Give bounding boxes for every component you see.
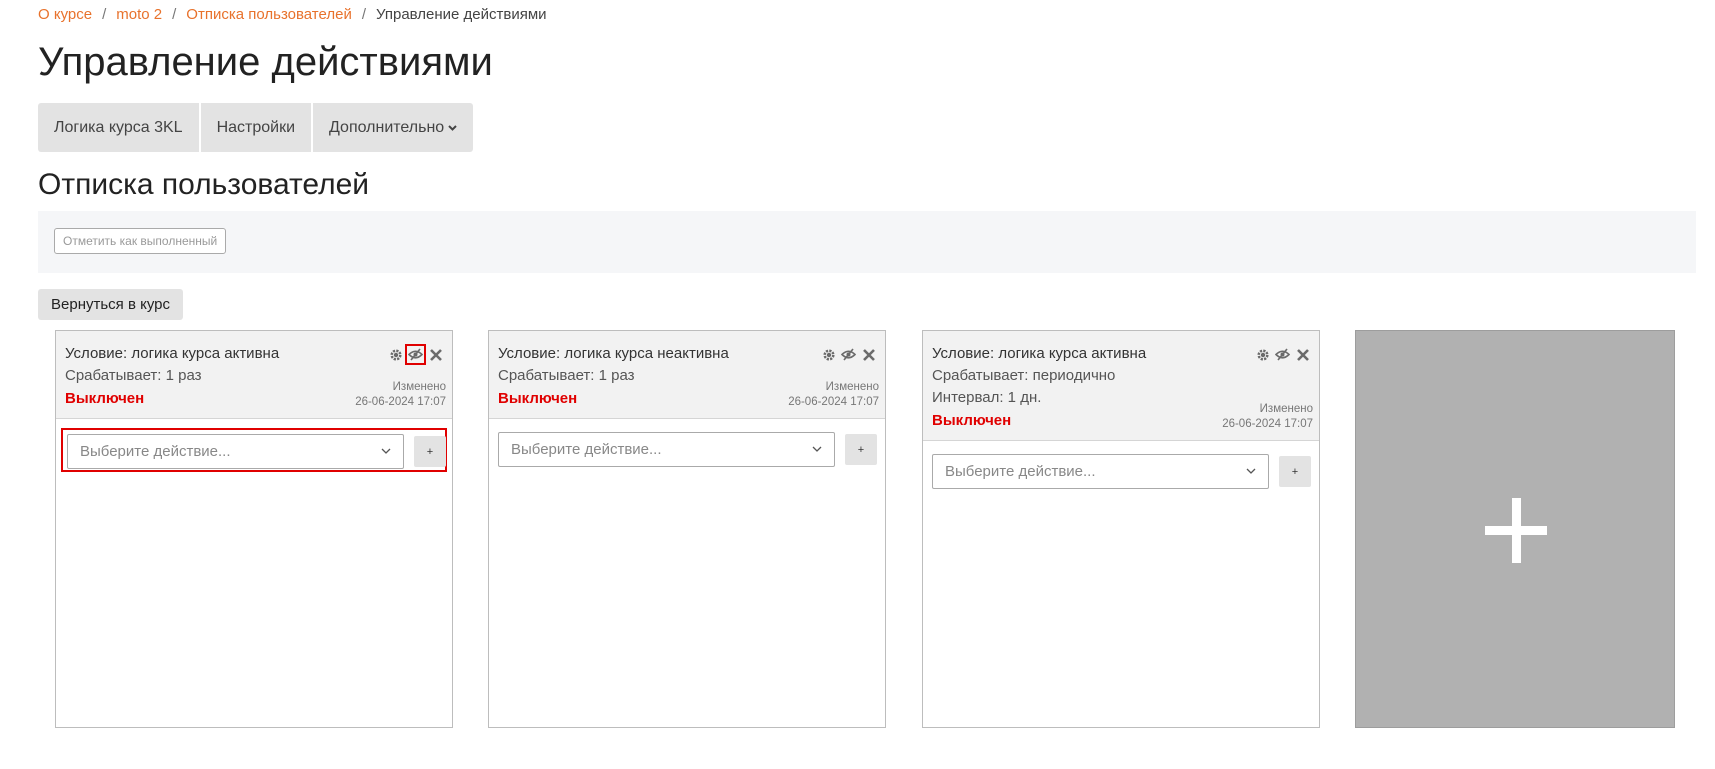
add-action-button[interactable]: + [414,436,446,467]
add-action-button[interactable]: + [845,434,877,465]
chevron-down-icon [381,444,391,458]
page-title: Управление действиями [38,40,493,84]
gear-icon[interactable] [1254,346,1271,363]
action-select[interactable]: Выберите действие... [498,432,835,467]
card-icons [1254,346,1311,363]
tab-label: Логика курса 3KL [54,118,183,136]
changed-label: Изменено [825,381,879,393]
tab-label: Настройки [216,118,296,136]
close-icon[interactable] [860,346,877,363]
breadcrumb: О курсе / moto 2 / Отписка пользователей… [38,6,547,23]
card-trigger: Срабатывает: периодично [932,367,1116,384]
tab-settings[interactable]: Настройки [201,103,314,152]
completion-bar: Отметить как выполненный [38,211,1696,273]
changed-label: Изменено [392,381,446,393]
card-changed: Изменено 26-06-2024 17:07 [355,380,446,410]
changed-date: 26-06-2024 17:07 [355,396,446,408]
breadcrumb-separator: / [172,6,177,23]
eye-slash-icon[interactable] [840,346,857,363]
card-icons [387,344,444,365]
back-to-course-button[interactable]: Вернуться в курс [38,289,183,320]
tab-course-logic[interactable]: Логика курса 3KL [38,103,201,152]
gear-icon[interactable] [820,346,837,363]
breadcrumb-link-moto[interactable]: moto 2 [116,6,162,23]
card-icons [820,346,877,363]
action-row: Выберите действие... + [928,450,1314,494]
card-header: Условие: логика курса активна Срабатывае… [923,331,1319,441]
add-action-button[interactable]: + [1279,456,1311,487]
section-title: Отписка пользователей [38,168,370,201]
changed-label: Изменено [1259,403,1313,415]
card-header: Условие: логика курса неактивна Срабатыв… [489,331,885,419]
action-select[interactable]: Выберите действие... [932,454,1269,489]
card-changed: Изменено 26-06-2024 17:07 [1222,402,1313,432]
tab-bar: Логика курса 3KL Настройки Дополнительно [38,103,474,152]
select-placeholder: Выберите действие... [511,441,662,458]
breadcrumb-link-unsubscribe[interactable]: Отписка пользователей [186,6,352,23]
action-card: Условие: логика курса активна Срабатывае… [922,330,1320,728]
eye-slash-icon[interactable] [405,344,426,365]
card-header: Условие: логика курса активна Срабатывае… [56,331,452,419]
mark-complete-button[interactable]: Отметить как выполненный [54,228,227,254]
chevron-down-icon [812,442,822,456]
action-card: Условие: логика курса активна Срабатывае… [55,330,453,728]
tab-label: Дополнительно [329,118,445,136]
changed-date: 26-06-2024 17:07 [788,396,879,408]
gear-icon[interactable] [387,346,404,363]
card-changed: Изменено 26-06-2024 17:07 [788,380,879,410]
breadcrumb-link-course[interactable]: О курсе [38,6,92,23]
action-select[interactable]: Выберите действие... [67,434,404,469]
action-row: Выберите действие... + [494,428,880,472]
breadcrumb-separator: / [102,6,107,23]
add-condition-card[interactable] [1355,330,1675,728]
breadcrumb-current: Управление действиями [376,6,547,23]
close-icon[interactable] [427,346,444,363]
close-icon[interactable] [1294,346,1311,363]
chevron-down-icon [1246,464,1256,478]
breadcrumb-separator: / [361,6,366,23]
eye-slash-icon[interactable] [1274,346,1291,363]
action-row: Выберите действие... + [61,428,447,472]
select-placeholder: Выберите действие... [80,443,231,460]
tab-more[interactable]: Дополнительно [313,103,473,152]
chevron-down-icon [448,122,457,134]
changed-date: 26-06-2024 17:07 [1222,418,1313,430]
select-placeholder: Выберите действие... [945,463,1096,480]
action-card: Условие: логика курса неактивна Срабатыв… [488,330,886,728]
